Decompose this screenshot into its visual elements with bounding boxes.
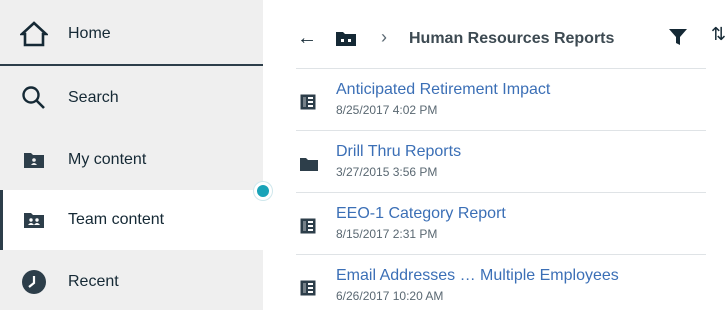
notification-dot[interactable] xyxy=(254,182,272,200)
content-list: Anticipated Retirement Impact 8/25/2017 … xyxy=(296,68,706,310)
search-icon xyxy=(19,83,49,113)
item-date: 6/26/2017 10:20 AM xyxy=(336,289,444,303)
sidebar-item-home[interactable]: Home xyxy=(0,4,263,66)
sidebar-item-label: Team content xyxy=(68,211,165,228)
sidebar-item-team-content[interactable]: Team content xyxy=(0,190,263,250)
item-date: 3/27/2015 3:56 PM xyxy=(336,165,438,179)
sidebar-item-my-content[interactable]: My content xyxy=(0,130,263,190)
item-name[interactable]: Email Addresses … Multiple Employees xyxy=(336,267,619,285)
report-icon xyxy=(300,218,316,234)
filter-icon[interactable] xyxy=(668,28,688,51)
item-name[interactable]: Drill Thru Reports xyxy=(336,143,461,161)
list-item[interactable]: Email Addresses … Multiple Employees 6/2… xyxy=(296,254,706,310)
item-date: 8/25/2017 4:02 PM xyxy=(336,103,438,117)
folder-icon[interactable] xyxy=(335,31,357,52)
folder-icon xyxy=(300,156,318,172)
list-item[interactable]: Anticipated Retirement Impact 8/25/2017 … xyxy=(296,68,706,130)
sidebar-item-recent[interactable]: Recent xyxy=(0,252,263,310)
list-item[interactable]: EEO-1 Category Report 8/15/2017 2:31 PM xyxy=(296,192,706,254)
item-date: 8/15/2017 2:31 PM xyxy=(336,227,438,241)
list-item[interactable]: Drill Thru Reports 3/27/2015 3:56 PM xyxy=(296,130,706,192)
chevron-right-icon: › xyxy=(381,27,387,47)
sort-icon[interactable]: ⇅ xyxy=(711,24,726,45)
sidebar: Home Search My content Team content Rece… xyxy=(0,0,263,310)
item-name[interactable]: EEO-1 Category Report xyxy=(336,205,506,223)
report-icon xyxy=(300,280,316,296)
recent-icon xyxy=(19,267,49,297)
team-content-icon xyxy=(19,205,49,235)
back-arrow-icon[interactable]: ← xyxy=(297,28,317,48)
item-name[interactable]: Anticipated Retirement Impact xyxy=(336,81,550,99)
sidebar-item-label: Search xyxy=(68,89,119,106)
sidebar-item-search[interactable]: Search xyxy=(0,68,263,128)
sidebar-item-label: Home xyxy=(68,25,111,42)
page-title: Human Resources Reports xyxy=(409,30,615,47)
breadcrumb: ← › Human Resources Reports ⇅ xyxy=(263,0,726,68)
sidebar-item-label: My content xyxy=(68,151,147,168)
sidebar-item-label: Recent xyxy=(68,273,119,290)
home-icon xyxy=(19,19,49,49)
report-icon xyxy=(300,94,316,110)
my-content-icon xyxy=(19,145,49,175)
